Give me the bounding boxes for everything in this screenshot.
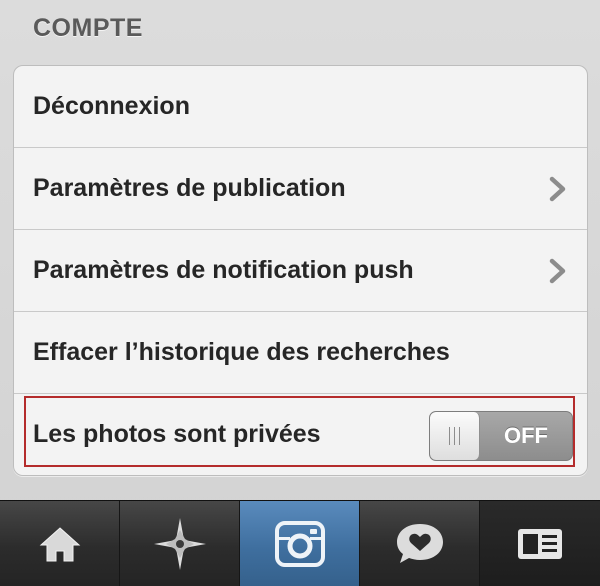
profile-card-icon — [518, 528, 562, 559]
bottom-tab-bar — [0, 500, 600, 586]
grip-line — [449, 427, 450, 445]
tab-home[interactable] — [0, 501, 120, 586]
grip-line — [459, 427, 460, 445]
grip-line — [454, 427, 455, 445]
private-photos-toggle[interactable]: OFF — [429, 411, 573, 461]
post-settings-label: Paramètres de publication — [33, 174, 346, 202]
push-notification-settings-label: Paramètres de notification push — [33, 256, 414, 284]
section-title-account: COMPTE — [33, 14, 143, 42]
camera-icon — [274, 520, 325, 567]
settings-screen: COMPTE Déconnexion Paramètres de publica… — [0, 0, 600, 586]
toggle-state-label: OFF — [504, 423, 548, 448]
toggle-knob[interactable] — [430, 412, 480, 460]
activity-heart-bubble-icon — [396, 523, 443, 563]
tab-activity[interactable] — [360, 501, 480, 586]
explore-compass-icon — [153, 517, 206, 570]
home-icon — [39, 526, 80, 561]
chevron-right-icon — [549, 258, 566, 283]
push-notification-settings-row[interactable]: Paramètres de notification push — [14, 230, 587, 312]
account-settings-group: Déconnexion Paramètres de publication Pa… — [13, 65, 588, 476]
clear-search-history-label: Effacer l’historique des recherches — [33, 338, 450, 366]
tab-profile[interactable] — [480, 501, 600, 586]
tab-camera[interactable] — [240, 501, 360, 586]
tab-explore[interactable] — [120, 501, 240, 586]
clear-search-history-row[interactable]: Effacer l’historique des recherches — [14, 312, 587, 394]
private-photos-row: Les photos sont privées OFF — [14, 394, 587, 475]
logout-label: Déconnexion — [33, 92, 190, 120]
private-photos-label: Les photos sont privées — [33, 420, 321, 448]
post-settings-row[interactable]: Paramètres de publication — [14, 148, 587, 230]
logout-row[interactable]: Déconnexion — [14, 66, 587, 148]
chevron-right-icon — [549, 176, 566, 201]
